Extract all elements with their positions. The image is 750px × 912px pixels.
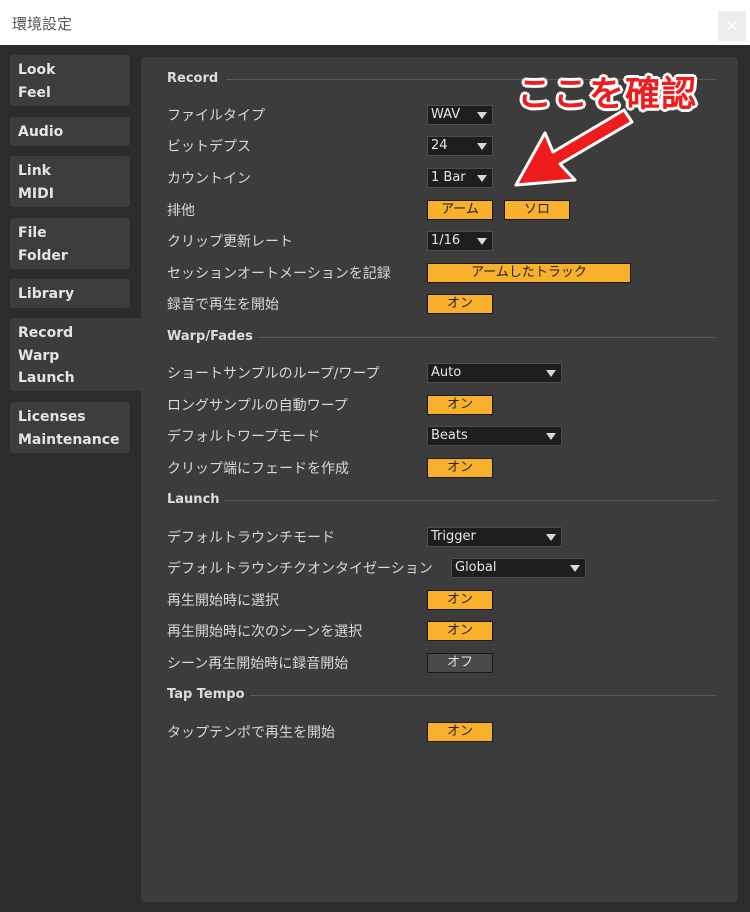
annotation-arrow [514, 108, 634, 187]
annotation-callout: ここを確認 [517, 75, 698, 115]
